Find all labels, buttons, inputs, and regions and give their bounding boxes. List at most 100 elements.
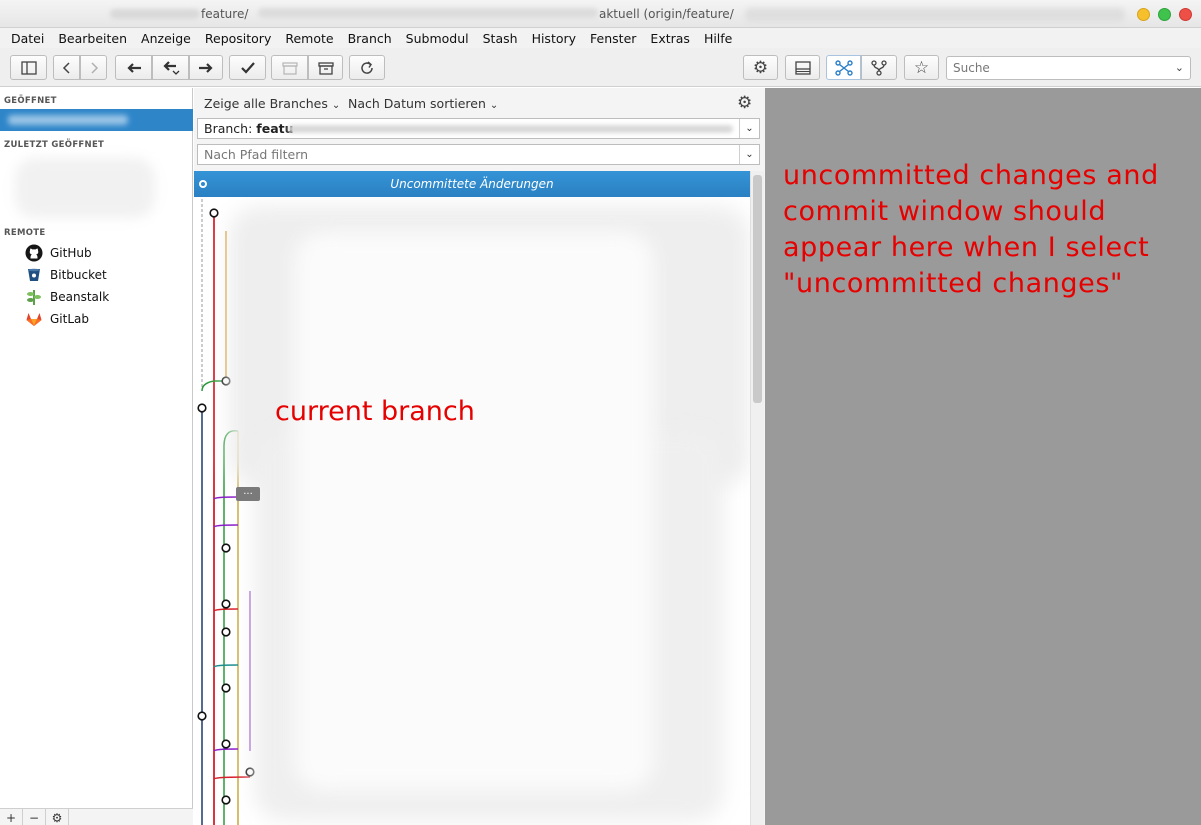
uncommitted-dot-icon xyxy=(199,180,207,188)
branch-view-button[interactable] xyxy=(861,55,897,80)
path-filter-placeholder: Nach Pfad filtern xyxy=(204,147,309,162)
sidebar-footer: + − ⚙ xyxy=(0,808,193,825)
chevron-down-icon: ⌄ xyxy=(489,100,499,111)
refresh-icon xyxy=(361,60,373,74)
sidebar-item-selected-repo[interactable] xyxy=(0,109,193,131)
toggle-sidebar-button[interactable] xyxy=(10,55,47,80)
scrollbar-thumb[interactable] xyxy=(753,175,762,403)
menu-datei[interactable]: Datei xyxy=(4,31,51,46)
archive-icon xyxy=(281,61,298,75)
sidebar-item-gitlab[interactable]: GitLab xyxy=(24,309,89,329)
sidebar-settings-button[interactable]: ⚙ xyxy=(46,809,69,825)
settings-button[interactable]: ⚙ xyxy=(743,55,778,80)
annotation-current-branch: current branch xyxy=(275,396,475,427)
layout-icon xyxy=(794,60,811,75)
push-button[interactable] xyxy=(189,55,223,80)
checkout-button[interactable] xyxy=(229,55,266,80)
search-input[interactable]: Suche ⌄ xyxy=(946,56,1191,80)
section-recent-header: ZULETZT GEÖFFNET xyxy=(4,140,105,150)
section-remote-header: REMOTE xyxy=(4,228,46,238)
arrow-left-dropdown-icon xyxy=(162,60,179,75)
menu-branch[interactable]: Branch xyxy=(341,31,399,46)
commit-button[interactable] xyxy=(115,55,152,80)
log-scrollbar[interactable] xyxy=(750,171,764,825)
title-redacted xyxy=(258,8,598,18)
forward-button[interactable] xyxy=(80,55,107,80)
uncommitted-changes-row[interactable]: Uncommittete Änderungen xyxy=(194,171,750,197)
add-repo-button[interactable]: + xyxy=(0,809,23,825)
log-settings-gear-icon[interactable]: ⚙ xyxy=(737,93,752,113)
uncommitted-label: Uncommittete Änderungen xyxy=(390,177,554,191)
commit-graph-list[interactable]: Uncommittete Änderungen ... xyxy=(194,171,750,825)
graph-icon xyxy=(834,59,853,76)
window-title-part2: aktuell (origin/feature/ xyxy=(599,7,734,21)
remove-repo-button[interactable]: − xyxy=(23,809,46,825)
star-icon: ☆ xyxy=(913,57,930,78)
checkmark-icon xyxy=(240,61,255,74)
log-panel: Zeige alle Branches ⌄ Nach Datum sortier… xyxy=(194,88,765,825)
menu-hilfe[interactable]: Hilfe xyxy=(697,31,739,46)
minimize-button[interactable] xyxy=(1137,8,1150,21)
sidebar-item-label: GitLab xyxy=(50,312,89,326)
archive-icon xyxy=(317,61,334,75)
arrow-left-curved-icon xyxy=(126,62,141,73)
gear-icon: ⚙ xyxy=(752,57,769,78)
show-branches-label: Zeige alle Branches xyxy=(204,96,328,111)
pull-button[interactable] xyxy=(152,55,189,80)
title-redacted xyxy=(745,8,1125,22)
chevron-down-icon[interactable]: ⌄ xyxy=(739,119,759,138)
menu-repository[interactable]: Repository xyxy=(198,31,278,46)
branch-name-redacted xyxy=(288,125,733,133)
commit-messages-redacted xyxy=(294,231,654,791)
chevron-down-icon: ⌄ xyxy=(331,100,341,111)
bitbucket-icon xyxy=(24,265,44,285)
layout-button[interactable] xyxy=(785,55,820,80)
menu-bar: Datei Bearbeiten Anzeige Repository Remo… xyxy=(0,28,1201,48)
chevron-down-icon[interactable]: ⌄ xyxy=(1175,61,1184,74)
menu-fenster[interactable]: Fenster xyxy=(583,31,643,46)
back-button[interactable] xyxy=(53,55,80,80)
menu-submodul[interactable]: Submodul xyxy=(399,31,476,46)
favorite-button[interactable]: ☆ xyxy=(904,55,939,80)
arrow-right-icon xyxy=(199,62,213,73)
section-opened-header: GEÖFFNET xyxy=(4,96,57,106)
stash-button[interactable] xyxy=(271,55,308,80)
menu-remote[interactable]: Remote xyxy=(278,31,340,46)
recent-repos-redacted xyxy=(15,158,155,218)
sidebar-item-label: GitHub xyxy=(50,246,92,260)
sort-label: Nach Datum sortieren xyxy=(348,96,486,111)
sidebar-item-label: Bitbucket xyxy=(50,268,107,282)
sort-dropdown[interactable]: Nach Datum sortieren ⌄ xyxy=(348,96,498,111)
beanstalk-icon xyxy=(24,287,44,307)
chevron-left-icon xyxy=(62,61,70,74)
more-tags-badge[interactable]: ... xyxy=(236,487,260,501)
branch-label: Branch: xyxy=(204,121,253,136)
branch-icon xyxy=(871,59,887,76)
graph-view-button[interactable] xyxy=(826,55,861,80)
menu-bearbeiten[interactable]: Bearbeiten xyxy=(51,31,134,46)
branch-select[interactable]: Branch: featu ⌄ xyxy=(197,118,760,139)
menu-history[interactable]: History xyxy=(525,31,583,46)
sidebar-icon xyxy=(20,60,37,75)
chevron-right-icon xyxy=(90,61,98,74)
search-placeholder: Suche xyxy=(953,61,990,75)
show-branches-dropdown[interactable]: Zeige alle Branches ⌄ xyxy=(204,96,340,111)
close-window-button[interactable] xyxy=(1179,8,1192,21)
menu-extras[interactable]: Extras xyxy=(643,31,697,46)
path-filter-input[interactable]: Nach Pfad filtern ⌄ xyxy=(197,144,760,165)
sidebar-item-bitbucket[interactable]: Bitbucket xyxy=(24,265,107,285)
repo-name-redacted xyxy=(8,115,128,125)
refresh-button[interactable] xyxy=(349,55,385,80)
menu-anzeige[interactable]: Anzeige xyxy=(134,31,198,46)
gitlab-icon xyxy=(24,309,44,329)
maximize-button[interactable] xyxy=(1158,8,1171,21)
sidebar-item-beanstalk[interactable]: Beanstalk xyxy=(24,287,109,307)
github-icon xyxy=(24,243,44,263)
sidebar: GEÖFFNET ZULETZT GEÖFFNET REMOTE GitHub … xyxy=(0,88,193,825)
unstash-button[interactable] xyxy=(308,55,343,80)
sidebar-item-github[interactable]: GitHub xyxy=(24,243,92,263)
chevron-down-icon[interactable]: ⌄ xyxy=(739,145,759,164)
menu-stash[interactable]: Stash xyxy=(476,31,525,46)
window-title-part1: feature/ xyxy=(201,7,249,21)
title-redacted xyxy=(110,9,200,19)
